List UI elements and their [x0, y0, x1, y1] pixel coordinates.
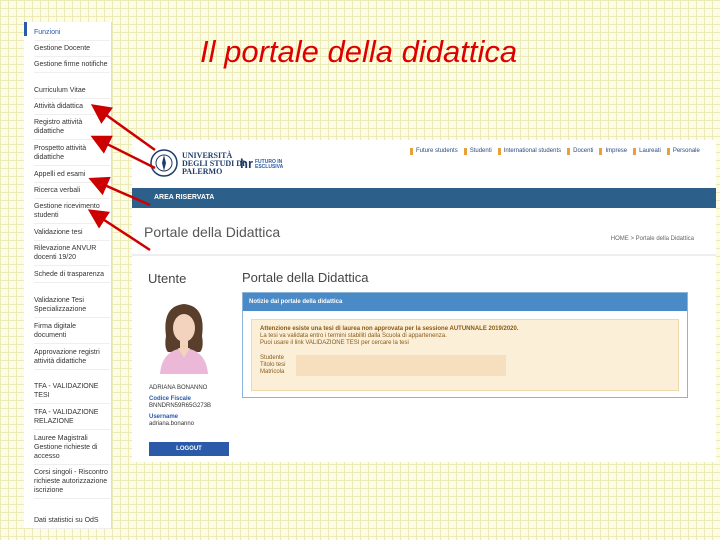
menu-item-tfa-relazione[interactable]: TFA - VALIDAZIONE RELAZIONE [34, 408, 110, 430]
menu-item-firma-digitale[interactable]: Firma digitale documenti [34, 322, 110, 344]
side-menu: Funzioni Gestione Docente Gestione firme… [24, 22, 112, 529]
menu-item-prospetto[interactable]: Prospetto attività didattiche [34, 144, 110, 166]
menu-item-schede[interactable]: Schede di trasparenza [34, 270, 110, 283]
hr-logo-text: hr [240, 156, 253, 171]
notice-line-1: Attenzione esiste una tesi di laurea non… [260, 326, 519, 332]
notice-body: Attenzione esiste una tesi di laurea non… [251, 319, 679, 391]
field-value [296, 362, 506, 369]
nav-future-students[interactable]: Future students [410, 148, 464, 155]
thesis-row: Matricola [260, 369, 670, 376]
cf-label: Codice Fiscale [149, 396, 192, 402]
portal-screenshot: UNIVERSITÀ DEGLI STUDI DI PALERMO hr FUTU… [132, 140, 716, 462]
menu-accent [24, 22, 27, 36]
university-logo-icon [150, 149, 178, 177]
thesis-row: Titolo tesi [260, 362, 670, 369]
slide-title: Il portale della didattica [200, 34, 518, 69]
username-value: adriana.bonanno [149, 421, 195, 427]
notice-panel: Notizie dal portale della didattica Atte… [242, 292, 688, 398]
hr-logo-subtitle: FUTURO IN ESCLUSIVA [255, 158, 284, 170]
nav-personale[interactable]: Personale [666, 148, 706, 155]
main-title: Portale della Didattica [242, 270, 369, 285]
menu-item-gestione-firme[interactable]: Gestione firme notifiche [34, 60, 110, 73]
menu-item-anvur[interactable]: Rilevazione ANVUR docenti 19/20 [34, 244, 110, 266]
area-bar: AREA RISERVATA [132, 188, 716, 208]
notice-header: Notizie dal portale della didattica [243, 293, 687, 311]
field-titolo: Titolo tesi [260, 362, 286, 368]
menu-item-ricerca-verbali[interactable]: Ricerca verbali [34, 186, 110, 199]
menu-item-ricevimento[interactable]: Gestione ricevimento studenti [34, 202, 110, 224]
menu-item-corsi-singoli[interactable]: Corsi singoli - Riscontro richieste auto… [34, 468, 110, 499]
utente-title: Utente [148, 271, 187, 286]
menu-item-attivita-didattica[interactable]: Attività didattica [34, 102, 110, 115]
area-label[interactable]: AREA RISERVATA [154, 194, 214, 201]
notice-line-2: La tesi va validata entro i termini stab… [260, 333, 447, 339]
divider [132, 254, 716, 256]
top-nav: Future students Studenti International s… [410, 148, 706, 155]
menu-item-validazione-tesi[interactable]: Validazione tesi [34, 228, 110, 241]
field-value [296, 355, 506, 362]
menu-item-tfa-tesi[interactable]: TFA - VALIDAZIONE TESI [34, 382, 110, 404]
nav-imprese[interactable]: Imprese [599, 148, 633, 155]
menu-item-gestione-docente[interactable]: Gestione Docente [34, 44, 110, 57]
username-label: Username [149, 414, 179, 420]
menu-item-appelli[interactable]: Appelli ed esami [34, 170, 110, 183]
notice-line-3[interactable]: Puoi usare il link VALIDAZIONE TESI per … [260, 340, 670, 347]
thesis-row: Studente [260, 355, 670, 362]
avatar [160, 304, 208, 374]
nav-international[interactable]: International students [497, 148, 567, 155]
field-matricola: Matricola [260, 369, 285, 375]
menu-item-curriculum[interactable]: Curriculum Vitae [34, 86, 110, 99]
menu-item-lauree-magistrali[interactable]: Lauree Magistrali Gestione richieste di … [34, 434, 110, 465]
thesis-table: Studente Titolo tesi Matricola [260, 355, 670, 376]
breadcrumb[interactable]: HOME > Portale della Didattica [611, 236, 694, 242]
user-name: ADRIANA BONANNO [149, 385, 208, 391]
menu-item-funzioni[interactable]: Funzioni [34, 28, 110, 41]
nav-laureati[interactable]: Laureati [633, 148, 667, 155]
menu-item-dati-statistici[interactable]: Dati statistici su OdS [34, 516, 110, 529]
field-studente: Studente [260, 355, 285, 361]
menu-item-tesi-specializzazione[interactable]: Validazione Tesi Specializzazione [34, 296, 110, 318]
user-info: ADRIANA BONANNO Codice Fiscale BNNDRN59R… [149, 385, 229, 428]
logout-button[interactable]: LOGOUT [149, 442, 229, 456]
menu-item-registro[interactable]: Registro attività didattiche [34, 118, 110, 140]
field-value [296, 369, 506, 376]
nav-docenti[interactable]: Docenti [567, 148, 599, 155]
portal-page-title: Portale della Didattica [144, 224, 281, 240]
menu-item-approvazione[interactable]: Approvazione registri attività didattich… [34, 348, 110, 370]
nav-studenti[interactable]: Studenti [463, 148, 498, 155]
cf-value: BNNDRN59R65G273B [149, 403, 212, 409]
hr-logo: hr FUTURO IN ESCLUSIVA [240, 156, 283, 171]
